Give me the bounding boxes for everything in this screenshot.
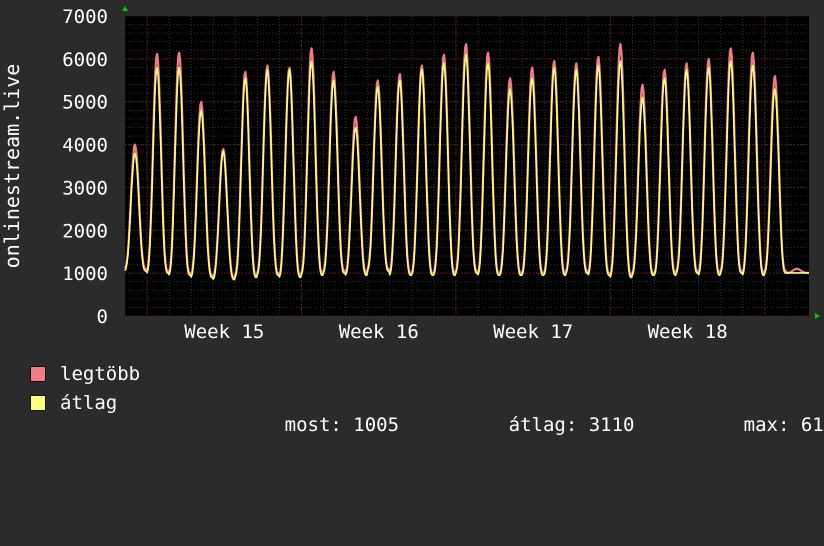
y-tick-label: 7000 — [62, 6, 108, 28]
y-tick-label: 0 — [97, 306, 108, 328]
y-tick-label: 6000 — [62, 49, 108, 71]
chart-svg: 0 1000 2000 3000 4000 5000 6000 7000 Week 15 Week… — [0, 6, 820, 343]
y-tick-label: 3000 — [62, 177, 108, 199]
legend-item-legtobb: legtöbb — [30, 363, 140, 385]
stat-atlag: átlag: 3110 — [440, 392, 635, 458]
stat-atlag-label: átlag: — [508, 414, 578, 436]
stat-atlag-value: 3110 — [588, 414, 635, 436]
chart-container: 0 1000 2000 3000 4000 5000 6000 7000 Week 15 Week… — [0, 0, 824, 436]
stat-max-value: 6120 — [800, 414, 824, 436]
y-axis-label: onlinestream.live — [0, 64, 24, 269]
y-tick-label: 2000 — [62, 220, 108, 242]
legend-label-atlag: átlag — [60, 392, 118, 414]
x-axis-arrow — [815, 313, 820, 319]
y-tick-label: 4000 — [62, 135, 108, 157]
stat-max-label: max: — [743, 414, 790, 436]
y-axis-arrow — [122, 6, 128, 11]
stat-max: max: 6120 — [675, 392, 824, 458]
y-tick-label: 1000 — [62, 263, 108, 285]
legend-swatch-legtobb — [30, 366, 46, 382]
y-tick-label: 5000 — [62, 92, 108, 114]
x-tick-label: Week 18 — [648, 321, 728, 343]
legend-item-atlag: átlag most: 1005 átlag: 3110 max: 6120 — [30, 392, 824, 436]
x-tick-label: Week 17 — [493, 321, 573, 343]
stat-most-value: 1005 — [353, 414, 400, 436]
stat-most-label: most: — [284, 414, 342, 436]
legend-swatch-atlag — [30, 395, 46, 411]
x-tick-label: Week 15 — [184, 321, 264, 343]
legend-label-legtobb: legtöbb — [60, 363, 141, 385]
stat-most: most: 1005 — [216, 392, 399, 458]
x-tick-label: Week 16 — [339, 321, 419, 343]
